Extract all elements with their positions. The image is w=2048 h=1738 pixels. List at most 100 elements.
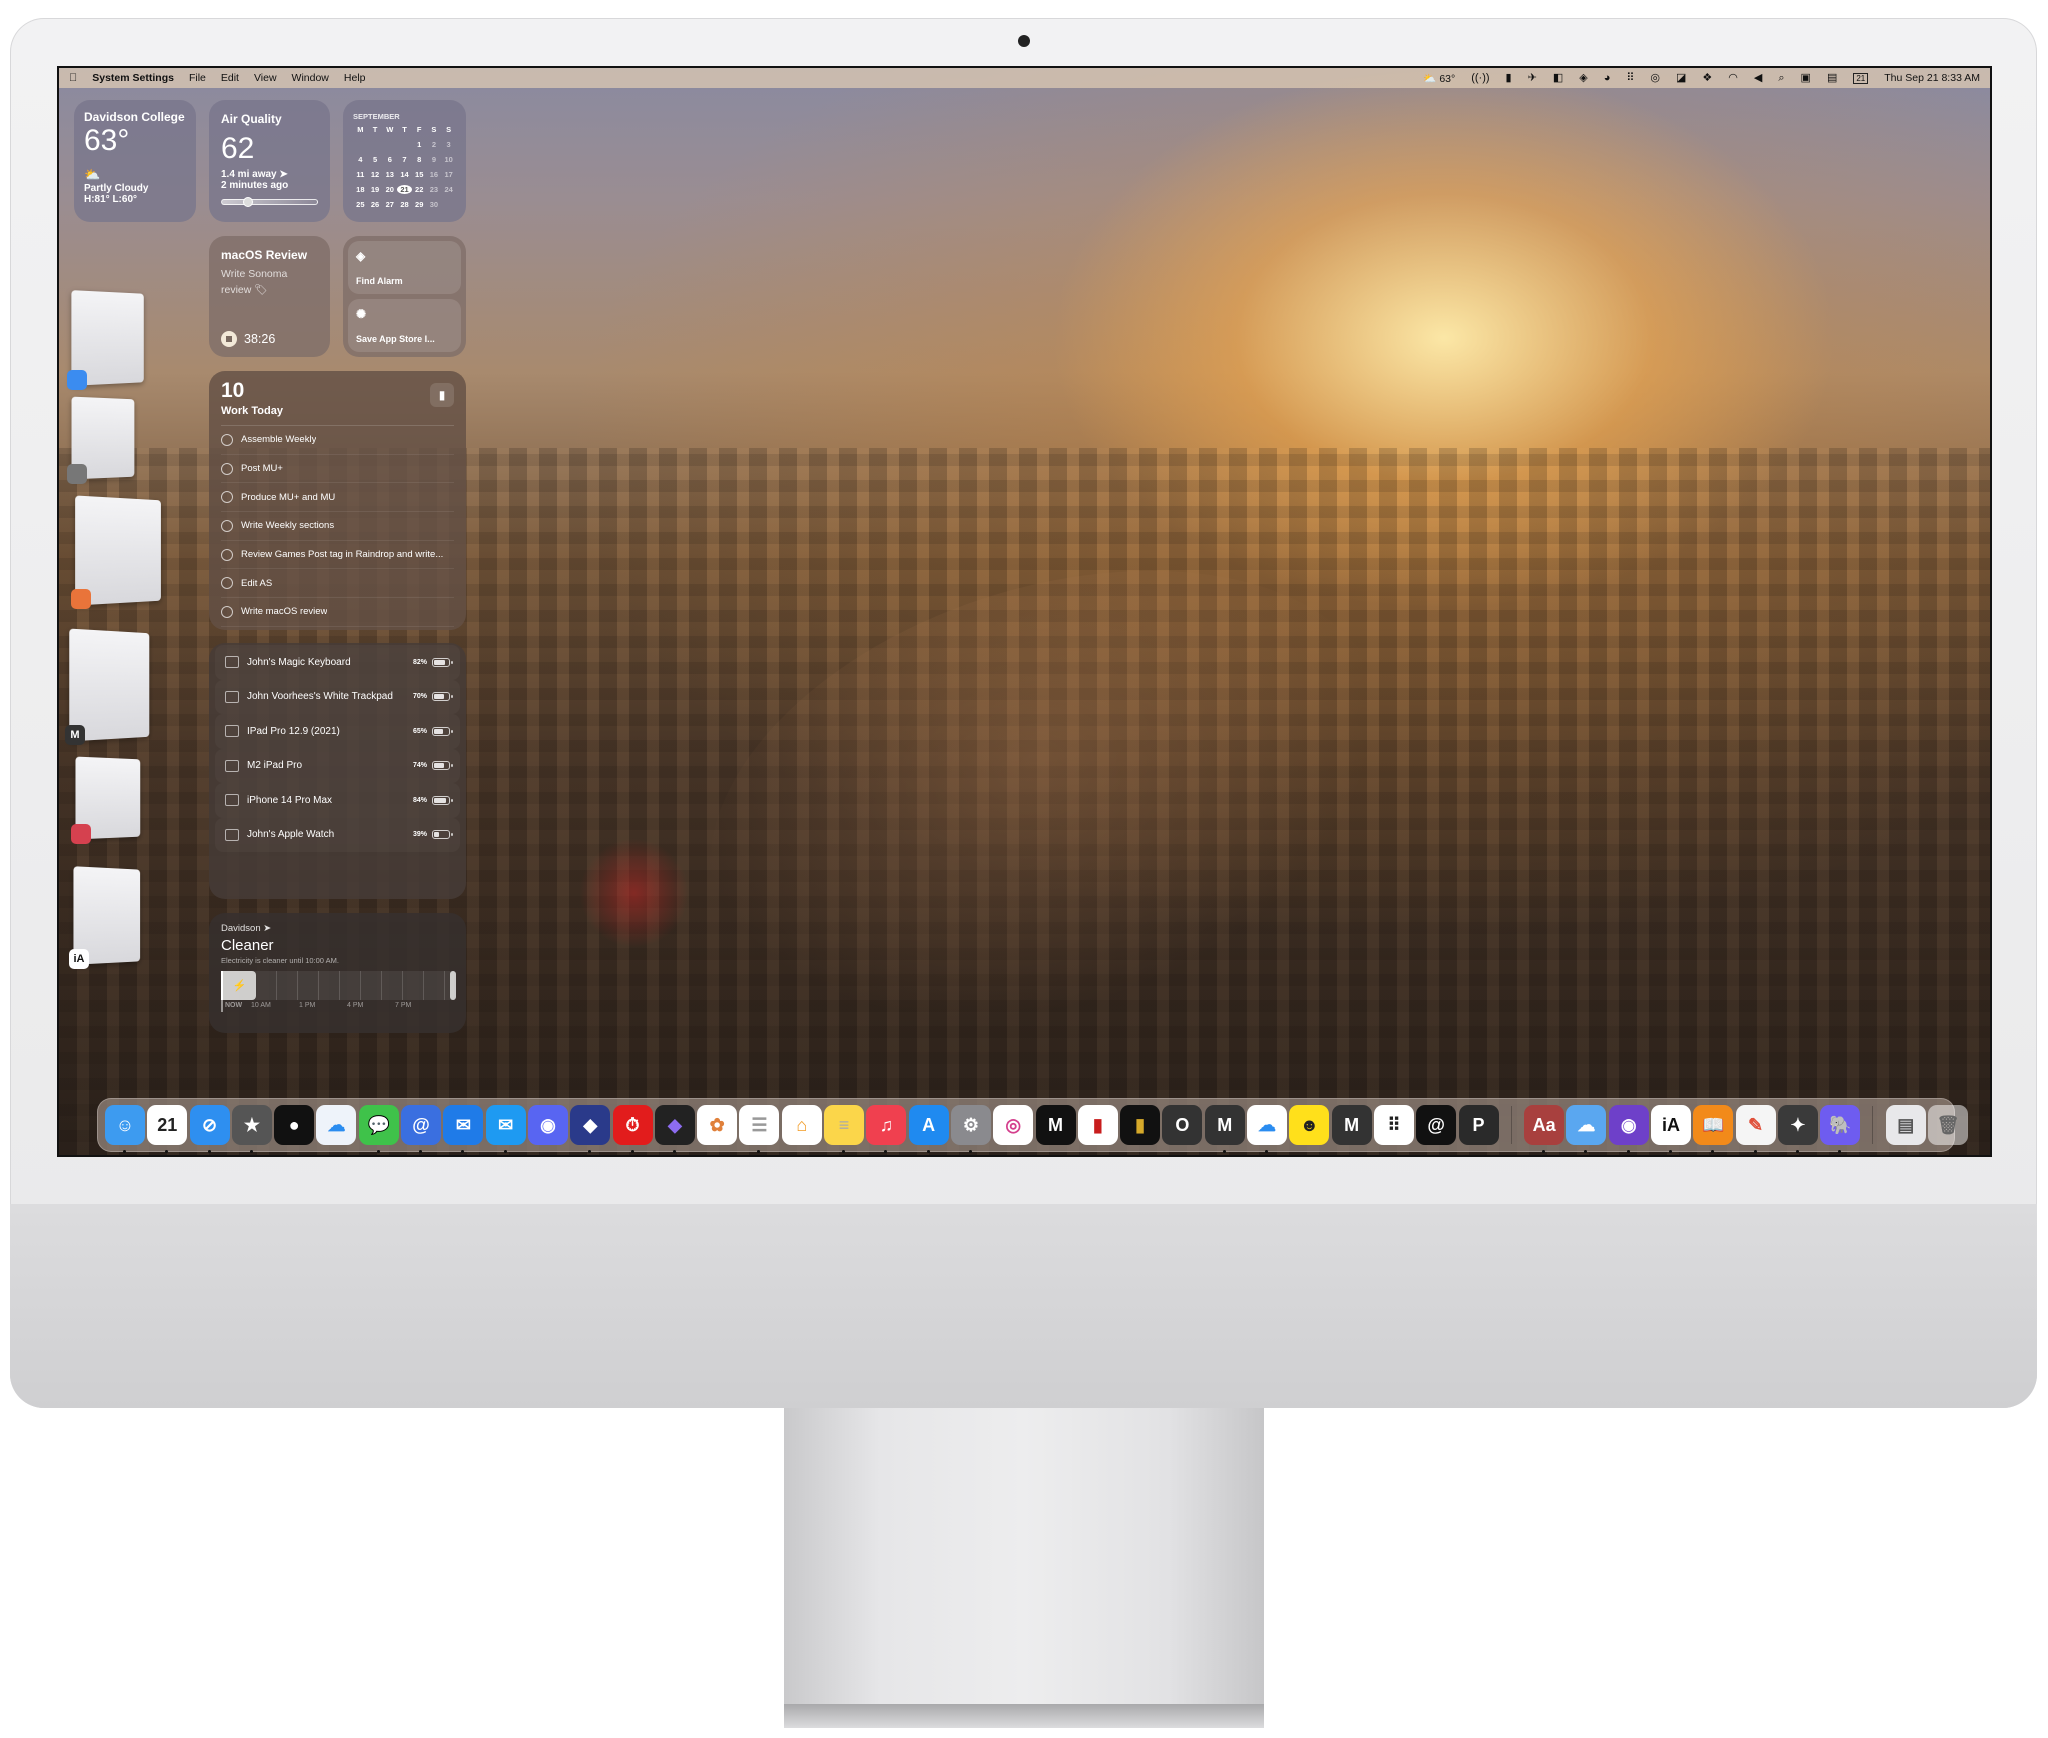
dock-readwise-icon[interactable]: ▮ bbox=[1077, 1105, 1118, 1145]
menubar-weather[interactable]: ⛅ 63° bbox=[1423, 72, 1455, 85]
dock-music-icon[interactable]: ♫ bbox=[866, 1105, 907, 1153]
menu-file[interactable]: File bbox=[189, 72, 206, 84]
menu-edit[interactable]: Edit bbox=[221, 72, 239, 84]
dock-m-app-icon[interactable]: M bbox=[1204, 1105, 1245, 1153]
reminder-item[interactable]: Edit AS bbox=[221, 569, 454, 599]
reminder-checkbox[interactable] bbox=[221, 605, 233, 618]
dock-github-icon[interactable]: ◉ bbox=[1608, 1105, 1649, 1153]
dock-p-app-icon[interactable]: P bbox=[1458, 1105, 1499, 1145]
dock-mailchimp-icon[interactable]: ☻ bbox=[1289, 1105, 1330, 1145]
dock-spark-icon[interactable]: @ bbox=[401, 1105, 442, 1153]
reminder-checkbox[interactable] bbox=[221, 548, 233, 561]
menubar-calendar-icon[interactable]: 21 bbox=[1853, 72, 1869, 84]
dock-tableplus-icon[interactable]: 🐘 bbox=[1820, 1105, 1861, 1153]
reminder-checkbox[interactable] bbox=[221, 577, 233, 590]
dock-goodlinks-icon[interactable]: ▮ bbox=[1120, 1105, 1161, 1145]
dock-launchpad-icon[interactable]: ⠿ bbox=[1373, 1105, 1414, 1145]
wifi-icon[interactable]: ◠ bbox=[1728, 72, 1738, 84]
dropbox-icon[interactable]: ❖ bbox=[1702, 72, 1712, 84]
broadcast-icon[interactable]: ((·)) bbox=[1471, 72, 1489, 84]
volume-icon[interactable]: ◀ bbox=[1754, 72, 1762, 84]
dock-finder-icon[interactable]: ☺ bbox=[105, 1105, 145, 1153]
timer-widget[interactable]: macOS Review Write Sonoma review 🏷 38:26 bbox=[209, 236, 330, 357]
reminder-item[interactable]: Review Games Post tag in Raindrop and wr… bbox=[221, 541, 454, 570]
reminders-widget[interactable]: 10 Work Today ▮ Assemble Weekly Post MU+ P… bbox=[209, 371, 466, 630]
clean-energy-widget[interactable]: Davidson ➤ Cleaner Electricity is cleane… bbox=[209, 913, 466, 1033]
watch-icon bbox=[225, 828, 239, 841]
reminder-item[interactable]: Assemble Weekly bbox=[221, 426, 454, 455]
app-menu[interactable]: System Settings bbox=[92, 72, 174, 84]
menu-help[interactable]: Help bbox=[344, 72, 366, 84]
dock-home-icon[interactable]: ⌂ bbox=[781, 1105, 822, 1145]
dock-m-app-2-icon[interactable]: M bbox=[1331, 1105, 1372, 1145]
dock-cloud-app-icon[interactable]: ☁ bbox=[316, 1105, 357, 1145]
calendar-widget[interactable]: SEPTEMBER M T W T F S S 1 2 3 4 5 6 7 8 9 10 11 12 13 14 15 16… bbox=[343, 100, 466, 222]
dock-shortcuts-icon[interactable]: ◆ bbox=[570, 1105, 611, 1153]
dock-photos-icon[interactable]: ✿ bbox=[697, 1105, 738, 1145]
dock-trash-icon[interactable]: 🗑 bbox=[1928, 1105, 1969, 1145]
rocket-icon[interactable]: ✈ bbox=[1528, 72, 1537, 84]
shortcut-button[interactable]: ✺ Save App Store I... bbox=[348, 299, 461, 352]
dock-messages-icon[interactable]: 💬 bbox=[358, 1105, 399, 1153]
reminder-item[interactable]: Produce MU+ and MU bbox=[221, 483, 454, 513]
reminder-checkbox[interactable] bbox=[221, 491, 233, 504]
dock-mail-icon[interactable]: ✉ bbox=[485, 1105, 526, 1153]
dock-system-settings-icon[interactable]: ⚙ bbox=[950, 1105, 991, 1153]
reminder-checkbox[interactable] bbox=[221, 462, 233, 475]
calendar-day: 5 bbox=[372, 155, 378, 164]
dock-mimestream-icon[interactable]: ✉ bbox=[443, 1105, 484, 1153]
reminder-item[interactable]: Post MU+ bbox=[221, 455, 454, 484]
search-icon[interactable]: ⌕ bbox=[1778, 72, 1784, 84]
menu-window[interactable]: Window bbox=[292, 72, 329, 84]
shortcut-button[interactable]: ◈ Find Alarm bbox=[348, 241, 461, 294]
device-name: John's Magic Keyboard bbox=[247, 656, 351, 668]
air-quality-widget[interactable]: Air Quality 62 1.4 mi away ➤ 2 minutes a… bbox=[209, 100, 330, 222]
dock-o-app-icon[interactable]: O bbox=[1162, 1105, 1203, 1145]
mailchimp-glyph: ☻ bbox=[1299, 1114, 1319, 1135]
reminder-item[interactable]: Write macOS review bbox=[221, 598, 454, 627]
menubar-clock[interactable]: Thu Sep 21 8:33 AM bbox=[1884, 72, 1980, 84]
o-app-glyph: O bbox=[1175, 1114, 1190, 1135]
dock-discord-icon[interactable]: ◉ bbox=[527, 1105, 568, 1145]
fingerprint-icon[interactable]: ◎ bbox=[1650, 72, 1660, 84]
reminder-checkbox[interactable] bbox=[221, 519, 233, 532]
stop-button[interactable] bbox=[221, 331, 237, 347]
tag-icon[interactable]: ◪ bbox=[1676, 72, 1686, 84]
weather-widget[interactable]: Davidson College 63° ⛅ Partly Cloudy H:8… bbox=[74, 100, 196, 222]
dock-safari-icon[interactable]: ⊘ bbox=[189, 1105, 230, 1153]
layers-icon[interactable]: ◈ bbox=[1579, 72, 1587, 84]
calendar-day bbox=[368, 140, 383, 149]
time-label: 7 PM bbox=[395, 1002, 412, 1009]
pacman-icon[interactable]: ◕ bbox=[1604, 72, 1611, 84]
dock-timery-icon[interactable]: ⏱ bbox=[612, 1105, 653, 1153]
dock-cloud-star-icon[interactable]: ★ bbox=[231, 1105, 272, 1153]
dock-icloud-icon[interactable]: ☁ bbox=[1247, 1105, 1288, 1153]
dock-pixelmator-icon[interactable]: ✎ bbox=[1735, 1105, 1776, 1153]
dock-mastodon-icon[interactable]: M bbox=[1035, 1105, 1076, 1145]
control-center-icon[interactable]: ▣ bbox=[1801, 72, 1811, 84]
apple-menu-icon[interactable]:  bbox=[69, 72, 77, 84]
menu-view[interactable]: View bbox=[254, 72, 277, 84]
bookmark-icon[interactable]: ▮ bbox=[1506, 72, 1512, 84]
reminder-checkbox[interactable] bbox=[221, 433, 233, 446]
dock-calendar-icon[interactable]: 21 bbox=[147, 1105, 188, 1153]
dock-reminders-icon[interactable]: ☰ bbox=[739, 1105, 780, 1153]
dock-compressor-icon[interactable]: ✦ bbox=[1777, 1105, 1818, 1153]
calendar-day: 3 bbox=[446, 140, 451, 149]
dock-downloads-stack-icon[interactable]: ▤ bbox=[1885, 1105, 1926, 1145]
dock-ia-writer-icon[interactable]: iA bbox=[1650, 1105, 1691, 1153]
reminder-item[interactable]: Write Weekly sections bbox=[221, 512, 454, 541]
display-icon[interactable]: ▤ bbox=[1827, 72, 1837, 84]
dock-dictionary-icon[interactable]: Aa bbox=[1524, 1105, 1565, 1153]
dock-books-icon[interactable]: 📖 bbox=[1693, 1105, 1734, 1153]
dock-instagram-icon[interactable]: ◎ bbox=[993, 1105, 1034, 1145]
dock-app-store-icon[interactable]: A bbox=[908, 1105, 949, 1153]
dock-notes-icon[interactable]: ≡ bbox=[824, 1105, 865, 1153]
dock-obsidian-icon[interactable]: ◆ bbox=[654, 1105, 695, 1153]
dock-black-app-icon[interactable]: ● bbox=[274, 1105, 315, 1145]
grid-icon[interactable]: ⠿ bbox=[1626, 72, 1634, 84]
dock-weather-icon[interactable]: ☁ bbox=[1566, 1105, 1607, 1153]
reminders-settings-icon[interactable]: ▮ bbox=[430, 383, 454, 407]
dock-threads-icon[interactable]: @ bbox=[1416, 1105, 1457, 1145]
sidebar-icon[interactable]: ◧ bbox=[1553, 72, 1563, 84]
